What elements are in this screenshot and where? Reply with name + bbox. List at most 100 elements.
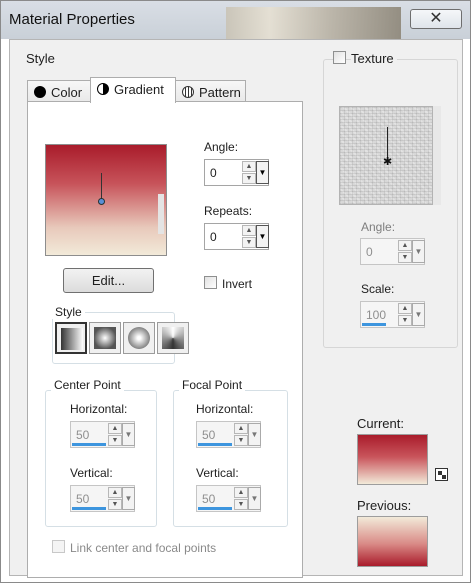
- texture-angle-value: 0: [366, 245, 373, 259]
- preview-scrollbar[interactable]: [158, 194, 164, 234]
- focal-horizontal-label: Horizontal:: [196, 402, 254, 416]
- material-properties-window: Material Properties ✕ Style Color Gradie…: [0, 0, 471, 583]
- focal-vertical-dropdown-icon[interactable]: ▼: [248, 487, 261, 510]
- angle-dropdown-icon[interactable]: ▼: [256, 161, 269, 184]
- center-vertical-level: [72, 507, 106, 510]
- edit-button[interactable]: Edit...: [63, 268, 154, 293]
- texture-preview[interactable]: ✱: [339, 106, 433, 205]
- rectangular-gradient-icon: [94, 327, 116, 349]
- style-group-title: Style: [52, 305, 85, 319]
- center-vertical-value: 50: [76, 492, 90, 506]
- focal-horizontal-field[interactable]: 50 ▲ ▼ ▼: [196, 421, 261, 448]
- radial-gradient-icon: [162, 327, 184, 349]
- center-horizontal-dropdown-icon[interactable]: ▼: [122, 423, 135, 446]
- gradient-preview[interactable]: [45, 144, 167, 256]
- tab-gradient[interactable]: Gradient: [90, 77, 176, 103]
- texture-angle-handle-icon[interactable]: ✱: [383, 155, 392, 168]
- rectangular-style-button[interactable]: [89, 322, 121, 354]
- texture-angle-spinner[interactable]: ▲ ▼: [398, 240, 412, 263]
- texture-checkbox[interactable]: [333, 51, 346, 64]
- repeats-spinner[interactable]: ▲ ▼: [242, 225, 256, 248]
- chevron-down-icon[interactable]: ▼: [242, 173, 256, 184]
- chevron-up-icon[interactable]: ▲: [234, 487, 248, 498]
- chevron-down-icon[interactable]: ▼: [108, 499, 122, 510]
- chevron-down-icon[interactable]: ▼: [242, 237, 256, 248]
- radial-style-button[interactable]: [157, 322, 189, 354]
- angle-handle-icon[interactable]: [98, 198, 105, 205]
- invert-label: Invert: [222, 277, 253, 291]
- globe-grid-icon: [182, 86, 194, 98]
- focal-vertical-label: Vertical:: [196, 466, 239, 480]
- background-image-strip: [226, 7, 401, 39]
- style-heading: Style: [26, 51, 55, 66]
- gradient-tab-panel: Angle: 0 ▲ ▼ ▼ Repeats: 0 ▲ ▼ ▼ Edit... In…: [27, 101, 303, 578]
- repeats-field[interactable]: 0 ▲ ▼ ▼: [204, 223, 269, 250]
- chevron-up-icon[interactable]: ▲: [242, 161, 256, 172]
- repeats-label: Repeats:: [204, 204, 253, 218]
- focal-point-title: Focal Point: [179, 378, 246, 392]
- texture-angle-dropdown-icon[interactable]: ▼: [412, 240, 425, 263]
- texture-scale-spinner[interactable]: ▲ ▼: [398, 303, 412, 326]
- angle-value: 0: [210, 166, 217, 180]
- chevron-down-icon[interactable]: ▼: [398, 252, 412, 263]
- focal-horizontal-value: 50: [202, 428, 216, 442]
- focal-vertical-level: [198, 507, 232, 510]
- previous-label: Previous:: [357, 498, 412, 513]
- sunburst-gradient-icon: [128, 327, 150, 349]
- center-horizontal-field[interactable]: 50 ▲ ▼ ▼: [70, 421, 135, 448]
- current-label: Current:: [357, 416, 404, 431]
- chevron-down-icon[interactable]: ▼: [398, 315, 412, 326]
- close-button[interactable]: ✕: [410, 9, 462, 29]
- linear-gradient-icon: [61, 328, 83, 350]
- chevron-down-icon[interactable]: ▼: [108, 435, 122, 446]
- chevron-up-icon[interactable]: ▲: [242, 225, 256, 236]
- angle-spinner[interactable]: ▲ ▼: [242, 161, 256, 184]
- window-title: Material Properties: [9, 11, 135, 28]
- link-points-checkbox[interactable]: [52, 540, 65, 553]
- chevron-down-icon[interactable]: ▼: [234, 435, 248, 446]
- center-point-title: Center Point: [51, 378, 124, 392]
- center-vertical-dropdown-icon[interactable]: ▼: [122, 487, 135, 510]
- chevron-up-icon[interactable]: ▲: [398, 240, 412, 251]
- texture-scrollbar[interactable]: [433, 106, 441, 205]
- chevron-up-icon[interactable]: ▲: [398, 303, 412, 314]
- texture-scale-label: Scale:: [361, 282, 395, 296]
- current-material-swatch[interactable]: [357, 434, 428, 485]
- texture-scale-dropdown-icon[interactable]: ▼: [412, 303, 425, 326]
- center-horizontal-value: 50: [76, 428, 90, 442]
- focal-horizontal-spinner[interactable]: ▲ ▼: [234, 423, 248, 446]
- swap-materials-icon[interactable]: [435, 468, 448, 481]
- half-circle-icon: [97, 83, 109, 95]
- focal-vertical-field[interactable]: 50 ▲ ▼ ▼: [196, 485, 261, 512]
- center-vertical-spinner[interactable]: ▲ ▼: [108, 487, 122, 510]
- tab-pattern[interactable]: Pattern: [175, 80, 246, 103]
- repeats-dropdown-icon[interactable]: ▼: [256, 225, 269, 248]
- focal-vertical-spinner[interactable]: ▲ ▼: [234, 487, 248, 510]
- angle-label: Angle:: [204, 140, 239, 154]
- previous-material-swatch[interactable]: [357, 516, 428, 567]
- chevron-up-icon[interactable]: ▲: [108, 487, 122, 498]
- texture-scale-value: 100: [366, 308, 387, 322]
- texture-angle-field[interactable]: 0 ▲ ▼ ▼: [360, 238, 425, 265]
- center-horizontal-spinner[interactable]: ▲ ▼: [108, 423, 122, 446]
- invert-checkbox[interactable]: [204, 276, 217, 289]
- center-horizontal-label: Horizontal:: [70, 402, 128, 416]
- texture-angle-label: Angle:: [361, 220, 396, 234]
- linear-style-button[interactable]: [55, 322, 87, 354]
- center-horizontal-level: [72, 443, 106, 446]
- chevron-up-icon[interactable]: ▲: [108, 423, 122, 434]
- black-circle-icon: [34, 86, 46, 98]
- angle-field[interactable]: 0 ▲ ▼ ▼: [204, 159, 269, 186]
- texture-label: Texture: [351, 51, 397, 66]
- focal-horizontal-dropdown-icon[interactable]: ▼: [248, 423, 261, 446]
- focal-horizontal-level: [198, 443, 232, 446]
- texture-scale-field[interactable]: 100 ▲ ▼ ▼: [360, 301, 425, 328]
- center-vertical-label: Vertical:: [70, 466, 113, 480]
- swap-square-b: [442, 475, 446, 479]
- close-icon: ✕: [429, 10, 443, 27]
- chevron-down-icon[interactable]: ▼: [234, 499, 248, 510]
- sunburst-style-button[interactable]: [123, 322, 155, 354]
- tab-color[interactable]: Color: [27, 80, 91, 103]
- center-vertical-field[interactable]: 50 ▲ ▼ ▼: [70, 485, 135, 512]
- chevron-up-icon[interactable]: ▲: [234, 423, 248, 434]
